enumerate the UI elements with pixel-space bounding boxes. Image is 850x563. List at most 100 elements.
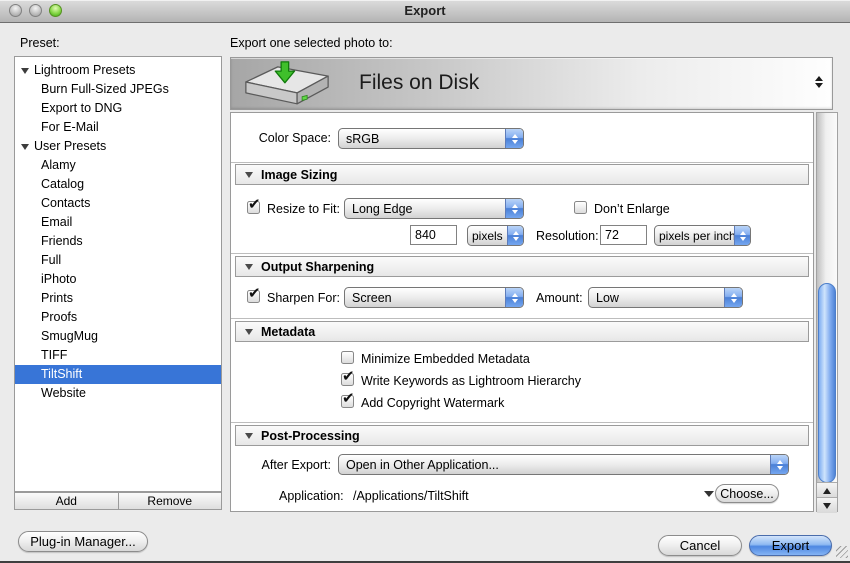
popup-value: Open in Other Application... bbox=[339, 458, 770, 472]
scrollbar-thumb[interactable] bbox=[818, 283, 836, 483]
popup-value: Screen bbox=[345, 291, 505, 305]
preset-item-label: Prints bbox=[41, 289, 73, 308]
preset-item[interactable]: Alamy bbox=[15, 156, 221, 175]
preset-item-label: iPhoto bbox=[41, 270, 76, 289]
preset-item-label: SmugMug bbox=[41, 327, 98, 346]
preset-item[interactable]: Contacts bbox=[15, 194, 221, 213]
preset-item-label: Burn Full-Sized JPEGs bbox=[41, 80, 169, 99]
popup-value: sRGB bbox=[339, 132, 505, 146]
popup-stepper-icon bbox=[505, 199, 523, 218]
export-button[interactable]: Export bbox=[749, 535, 832, 556]
after-export-popup[interactable]: Open in Other Application... bbox=[338, 454, 789, 475]
disclosure-triangle-icon[interactable] bbox=[21, 68, 29, 74]
disk-green-arrow-icon bbox=[237, 61, 337, 108]
scroll-up-button[interactable] bbox=[817, 482, 837, 498]
amount-popup[interactable]: Low bbox=[588, 287, 743, 308]
popup-value: Low bbox=[589, 291, 724, 305]
minimize-metadata-label: Minimize Embedded Metadata bbox=[361, 352, 530, 366]
preset-item[interactable]: Prints bbox=[15, 289, 221, 308]
preset-item[interactable]: TiltShift bbox=[15, 365, 221, 384]
section-header-metadata[interactable]: Metadata bbox=[235, 321, 809, 342]
preset-item-label: TiltShift bbox=[41, 365, 82, 384]
preset-item-label: Alamy bbox=[41, 156, 76, 175]
popup-stepper-icon bbox=[505, 129, 523, 148]
section-header-post-processing[interactable]: Post-Processing bbox=[235, 425, 809, 446]
disclosure-triangle-icon[interactable] bbox=[21, 144, 29, 150]
preset-item-label: Catalog bbox=[41, 175, 84, 194]
popup-value: pixels bbox=[468, 229, 507, 243]
popup-stepper-icon bbox=[507, 226, 523, 245]
resolution-input[interactable] bbox=[600, 225, 647, 245]
plugin-manager-label: Plug-in Manager... bbox=[30, 534, 136, 549]
destination-popup[interactable]: Files on Disk bbox=[230, 57, 833, 110]
preset-item[interactable]: Catalog bbox=[15, 175, 221, 194]
preset-item[interactable]: Export to DNG bbox=[15, 99, 221, 118]
add-button[interactable]: Add bbox=[15, 493, 119, 509]
section-header-output-sharpening[interactable]: Output Sharpening bbox=[235, 256, 809, 277]
copyright-watermark-checkbox[interactable] bbox=[341, 395, 354, 408]
choose-button[interactable]: Choose... bbox=[715, 484, 779, 503]
window-title: Export bbox=[0, 3, 850, 18]
scrollbar[interactable] bbox=[816, 112, 838, 512]
disclosure-triangle-icon[interactable] bbox=[245, 264, 253, 270]
choose-button-label: Choose... bbox=[720, 487, 774, 501]
size-unit-popup[interactable]: pixels bbox=[467, 225, 524, 246]
popup-stepper-icon bbox=[815, 76, 823, 88]
popup-stepper-icon bbox=[770, 455, 788, 474]
settings-panel: Color Space: sRGB Image Sizing Resize to… bbox=[230, 112, 814, 512]
dont-enlarge-checkbox[interactable] bbox=[574, 201, 587, 214]
resize-mode-popup[interactable]: Long Edge bbox=[344, 198, 524, 219]
sharpen-target-popup[interactable]: Screen bbox=[344, 287, 524, 308]
preset-list: Lightroom PresetsBurn Full-Sized JPEGsEx… bbox=[14, 56, 222, 492]
destination-value: Files on Disk bbox=[359, 71, 479, 95]
disclosure-triangle-icon[interactable] bbox=[245, 433, 253, 439]
resolution-label: Resolution: bbox=[536, 229, 599, 243]
preset-item[interactable]: Email bbox=[15, 213, 221, 232]
preset-item[interactable]: User Presets bbox=[15, 137, 221, 156]
disclosure-triangle-icon[interactable] bbox=[245, 329, 253, 335]
remove-button[interactable]: Remove bbox=[119, 493, 222, 509]
popup-value: Long Edge bbox=[345, 202, 505, 216]
preset-item[interactable]: Friends bbox=[15, 232, 221, 251]
preset-item[interactable]: Burn Full-Sized JPEGs bbox=[15, 80, 221, 99]
application-menu-triangle-icon[interactable] bbox=[704, 491, 714, 497]
section-title: Metadata bbox=[261, 325, 315, 339]
application-path: /Applications/TiltShift bbox=[353, 489, 469, 503]
size-input[interactable] bbox=[410, 225, 457, 245]
section-divider bbox=[231, 422, 813, 423]
resize-to-fit-checkbox[interactable] bbox=[247, 201, 260, 214]
section-divider bbox=[231, 318, 813, 319]
color-space-popup[interactable]: sRGB bbox=[338, 128, 524, 149]
preset-item-label: Contacts bbox=[41, 194, 90, 213]
arrow-up-icon bbox=[823, 488, 831, 494]
sharpen-for-checkbox[interactable] bbox=[247, 290, 260, 303]
section-header-image-sizing[interactable]: Image Sizing bbox=[235, 164, 809, 185]
popup-value: pixels per inch bbox=[655, 229, 734, 243]
application-label: Application: bbox=[279, 489, 344, 503]
cancel-button[interactable]: Cancel bbox=[658, 535, 742, 556]
preset-item[interactable]: TIFF bbox=[15, 346, 221, 365]
preset-item-label: Friends bbox=[41, 232, 83, 251]
preset-item[interactable]: iPhoto bbox=[15, 270, 221, 289]
popup-stepper-icon bbox=[734, 226, 750, 245]
write-keywords-checkbox[interactable] bbox=[341, 373, 354, 386]
preset-item[interactable]: Lightroom Presets bbox=[15, 61, 221, 80]
preset-item-label: Full bbox=[41, 251, 61, 270]
preset-item-label: Website bbox=[41, 384, 86, 403]
plugin-manager-button[interactable]: Plug-in Manager... bbox=[18, 531, 148, 552]
section-title: Image Sizing bbox=[261, 168, 337, 182]
preset-item[interactable]: For E-Mail bbox=[15, 118, 221, 137]
preset-item[interactable]: SmugMug bbox=[15, 327, 221, 346]
section-divider bbox=[231, 253, 813, 254]
preset-item[interactable]: Full bbox=[15, 251, 221, 270]
preset-item-label: Proofs bbox=[41, 308, 77, 327]
scroll-down-button[interactable] bbox=[817, 497, 837, 513]
after-export-label: After Export: bbox=[231, 458, 331, 472]
disclosure-triangle-icon[interactable] bbox=[245, 172, 253, 178]
resize-grip[interactable] bbox=[836, 546, 848, 558]
preset-item[interactable]: Proofs bbox=[15, 308, 221, 327]
preset-item[interactable]: Website bbox=[15, 384, 221, 403]
minimize-metadata-checkbox[interactable] bbox=[341, 351, 354, 364]
resize-to-fit-label: Resize to Fit: bbox=[267, 202, 340, 216]
resolution-unit-popup[interactable]: pixels per inch bbox=[654, 225, 751, 246]
